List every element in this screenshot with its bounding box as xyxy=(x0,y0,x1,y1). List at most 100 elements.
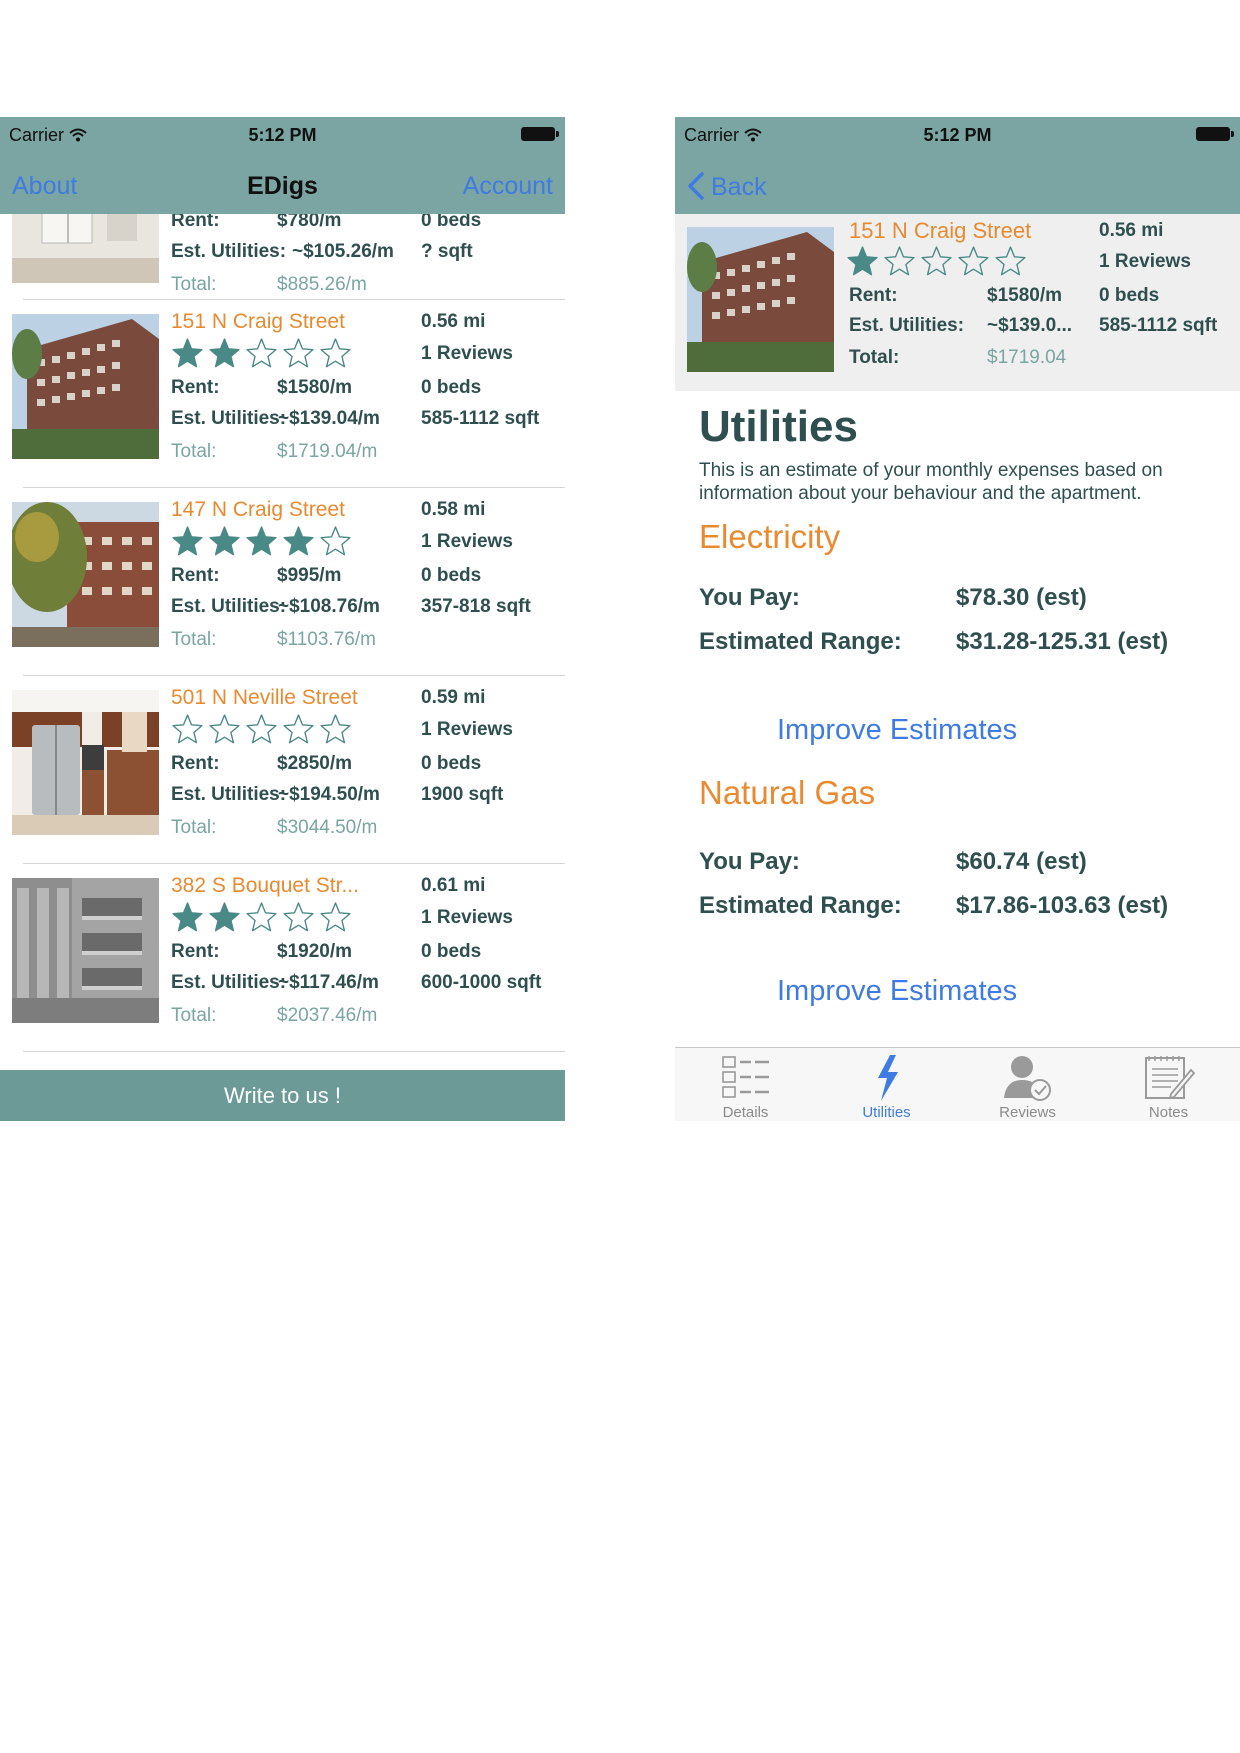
total-label: Total: xyxy=(849,347,900,368)
list-item[interactable]: 151 N Craig Street 0.56 mi 1 Reviews Ren… xyxy=(0,300,565,488)
tab-label: Notes xyxy=(1148,1104,1189,1121)
tab-label: Details xyxy=(722,1104,769,1121)
rent-label: Rent: xyxy=(171,753,220,774)
section-title: Utilities xyxy=(699,402,858,451)
reviews-count: 1 Reviews xyxy=(421,907,513,928)
star-empty-icon xyxy=(283,902,314,932)
utilities-value: ~$105.26/m xyxy=(292,241,394,262)
total-label: Total: xyxy=(171,441,217,462)
electricity-range-value: $31.28-125.31 (est) xyxy=(956,628,1169,655)
total-value: $885.26/m xyxy=(277,274,367,295)
rent-label: Rent: xyxy=(171,214,220,231)
electricity-you-pay-value: $78.30 (est) xyxy=(956,584,1087,611)
listing-distance: 0.61 mi xyxy=(421,875,486,896)
listing-address[interactable]: 501 N Neville Street xyxy=(171,686,358,710)
tab-label: Reviews xyxy=(999,1104,1056,1121)
sqft-value: ? sqft xyxy=(421,241,473,262)
star-filled-icon xyxy=(246,526,277,556)
gas-range-label: Estimated Range: xyxy=(699,892,902,919)
apartment-photo xyxy=(12,314,159,459)
nav-bar: Back xyxy=(675,157,1240,214)
tab-details[interactable]: Details xyxy=(675,1048,816,1121)
star-filled-icon xyxy=(172,338,203,368)
utilities-value: ~$108.76/m xyxy=(278,596,380,617)
total-label: Total: xyxy=(171,274,217,295)
listing-list[interactable]: Rent: $780/m 0 beds Est. Utilities: ~$10… xyxy=(0,214,565,1066)
tab-label: Utilities xyxy=(862,1104,911,1121)
status-bar: Carrier 5:12 PM xyxy=(675,117,1240,157)
utilities-label: Est. Utilities: xyxy=(849,315,965,336)
utilities-label: Est. Utilities: xyxy=(171,784,287,805)
star-empty-icon xyxy=(246,902,277,932)
listing-address[interactable]: 151 N Craig Street xyxy=(171,310,345,334)
battery-icon xyxy=(1196,127,1234,141)
beds-value: 0 beds xyxy=(421,214,482,231)
star-empty-icon xyxy=(320,714,351,744)
rent-label: Rent: xyxy=(171,941,220,962)
electricity-range-label: Estimated Range: xyxy=(699,628,902,655)
listing-distance: 0.58 mi xyxy=(421,499,486,520)
beds-value: 0 beds xyxy=(421,941,482,962)
star-rating xyxy=(171,337,352,370)
utilities-value: ~$139.04/m xyxy=(278,408,380,429)
listing-address[interactable]: 382 S Bouquet Str... xyxy=(171,874,359,898)
sqft-value: 600-1000 sqft xyxy=(421,972,542,993)
improve-estimates-electricity-button[interactable]: Improve Estimates xyxy=(777,714,1017,747)
tab-utilities[interactable]: Utilities xyxy=(816,1048,957,1121)
sqft-value: 585-1112 sqft xyxy=(421,408,540,429)
beds-value: 0 beds xyxy=(421,377,482,398)
rent-value: $995/m xyxy=(277,565,342,586)
list-item[interactable]: Rent: $780/m 0 beds Est. Utilities: ~$10… xyxy=(0,214,565,300)
reviews-count: 1 Reviews xyxy=(421,719,513,740)
star-filled-icon xyxy=(847,246,878,276)
total-value: $1103.76/m xyxy=(277,629,376,650)
list-item[interactable]: 382 S Bouquet Str... 0.61 mi 1 Reviews R… xyxy=(0,864,565,1052)
utilities-value: ~$117.46/m xyxy=(278,972,379,993)
star-filled-icon xyxy=(283,526,314,556)
total-value: $3044.50/m xyxy=(277,817,378,838)
electricity-you-pay-label: You Pay: xyxy=(699,584,800,611)
total-label: Total: xyxy=(171,817,217,838)
list-item[interactable]: 501 N Neville Street 0.59 mi 1 Reviews R… xyxy=(0,676,565,864)
beds-value: 0 beds xyxy=(1099,285,1160,306)
star-rating xyxy=(846,245,1027,278)
star-empty-icon xyxy=(246,338,277,368)
star-empty-icon xyxy=(995,246,1026,276)
account-button[interactable]: Account xyxy=(463,172,553,201)
electricity-heading: Electricity xyxy=(699,518,841,555)
total-value: $1719.04 xyxy=(987,347,1067,368)
back-label: Back xyxy=(711,173,767,201)
reviews-count: 1 Reviews xyxy=(1099,251,1191,272)
status-bar: Carrier 5:12 PM xyxy=(0,117,565,157)
back-button[interactable]: Back xyxy=(687,172,767,202)
gas-range-value: $17.86-103.63 (est) xyxy=(956,892,1169,919)
utilities-label: Est. Utilities: xyxy=(171,596,287,617)
rent-value: $1920/m xyxy=(277,941,353,962)
notepad-pencil-icon xyxy=(1144,1056,1195,1100)
listing-address[interactable]: 147 N Craig Street xyxy=(171,498,345,522)
status-time: 5:12 PM xyxy=(248,125,317,145)
total-label: Total: xyxy=(171,1005,217,1026)
gas-you-pay-label: You Pay: xyxy=(699,848,800,875)
gas-you-pay-value: $60.74 (est) xyxy=(956,848,1087,875)
rent-label: Rent: xyxy=(171,565,220,586)
star-rating xyxy=(171,713,352,746)
star-empty-icon xyxy=(958,246,989,276)
star-empty-icon xyxy=(320,526,351,556)
details-list-icon xyxy=(721,1056,769,1098)
tab-reviews[interactable]: Reviews xyxy=(957,1048,1098,1121)
sqft-value: 357-818 sqft xyxy=(421,596,531,617)
star-empty-icon xyxy=(283,338,314,368)
sqft-value: 585-1112 sqft xyxy=(1099,315,1218,336)
reviews-count: 1 Reviews xyxy=(421,343,513,364)
tab-notes[interactable]: Notes xyxy=(1098,1048,1239,1121)
status-time: 5:12 PM xyxy=(923,125,992,145)
rent-value: $780/m xyxy=(277,214,342,231)
star-empty-icon xyxy=(320,902,351,932)
row-divider xyxy=(23,1051,565,1052)
improve-estimates-gas-button[interactable]: Improve Estimates xyxy=(777,975,1017,1008)
write-to-us-button[interactable]: Write to us ! xyxy=(0,1070,565,1121)
list-item[interactable]: 147 N Craig Street 0.58 mi 1 Reviews Ren… xyxy=(0,488,565,676)
gas-heading: Natural Gas xyxy=(699,774,876,811)
sqft-value: 1900 sqft xyxy=(421,784,504,805)
